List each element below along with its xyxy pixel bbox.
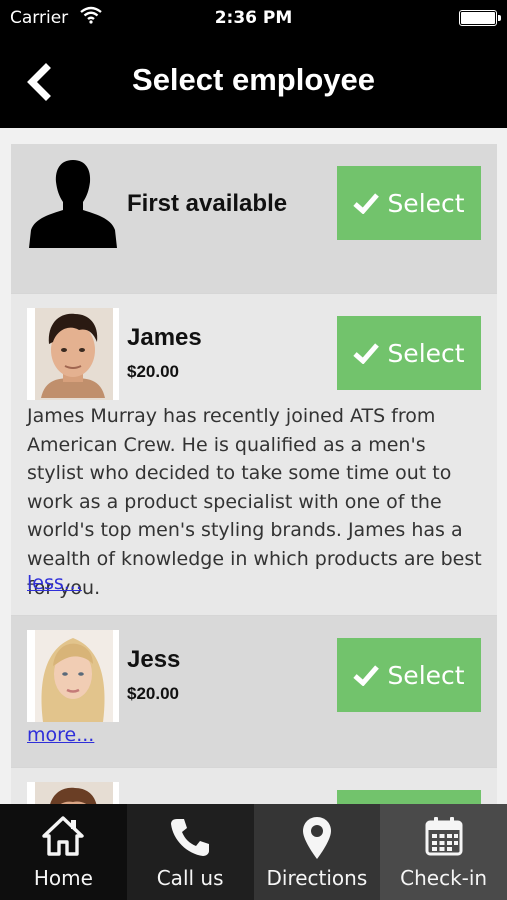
employee-card-first-available: First available Select [11, 144, 497, 294]
nav-bar: Select employee [0, 38, 507, 128]
home-icon [0, 816, 127, 860]
select-label: Select [387, 188, 465, 218]
person-silhouette-icon [27, 158, 119, 250]
checkmark-icon [353, 343, 380, 364]
select-button[interactable] [337, 790, 481, 804]
select-button[interactable]: Select [337, 638, 481, 712]
employee-name: Jess [127, 646, 181, 673]
employee-photo [27, 782, 119, 804]
tab-directions[interactable]: Directions [253, 804, 381, 900]
employee-bio: James Murray has recently joined ATS fro… [27, 405, 482, 599]
checkmark-icon [353, 665, 380, 686]
employee-price: $20.00 [127, 362, 179, 381]
employee-price: $20.00 [127, 684, 179, 703]
select-label: Select [387, 338, 465, 368]
tab-call-us[interactable]: Call us [126, 804, 254, 900]
map-pin-icon [254, 816, 381, 860]
select-button[interactable]: Select [337, 316, 481, 390]
tab-label: Check-in [400, 866, 488, 890]
employee-list: First available Select James $20.00 Sele… [11, 144, 497, 804]
calendar-icon [380, 816, 507, 860]
less-link[interactable]: less... [27, 572, 82, 594]
employee-name: James [127, 324, 202, 351]
more-link[interactable]: more... [27, 724, 94, 746]
clock: 2:36 PM [214, 8, 293, 28]
tab-check-in[interactable]: Check-in [380, 804, 507, 900]
employee-card-partial [11, 768, 497, 804]
select-button[interactable]: Select [337, 166, 481, 240]
tab-bar: Home Call us Directions Check-in [0, 804, 507, 900]
checkmark-icon [353, 193, 380, 214]
tab-label: Directions [266, 866, 368, 890]
employee-photo-jess [27, 630, 119, 722]
battery-icon [459, 10, 501, 26]
employee-name: First available [127, 190, 288, 217]
employee-card-jess: Jess $20.00 Select more... [11, 616, 497, 768]
status-bar: Carrier 2:36 PM [0, 0, 507, 38]
employee-photo-james [27, 308, 119, 400]
phone-icon [127, 816, 254, 860]
tab-home[interactable]: Home [0, 804, 127, 900]
tab-label: Call us [156, 866, 224, 890]
page-title: Select employee [132, 62, 375, 97]
select-label: Select [387, 660, 465, 690]
employee-card-james: James $20.00 Select James Murray has rec… [11, 294, 497, 616]
tab-label: Home [33, 866, 93, 890]
employee-list-area[interactable]: First available Select James $20.00 Sele… [0, 128, 507, 804]
